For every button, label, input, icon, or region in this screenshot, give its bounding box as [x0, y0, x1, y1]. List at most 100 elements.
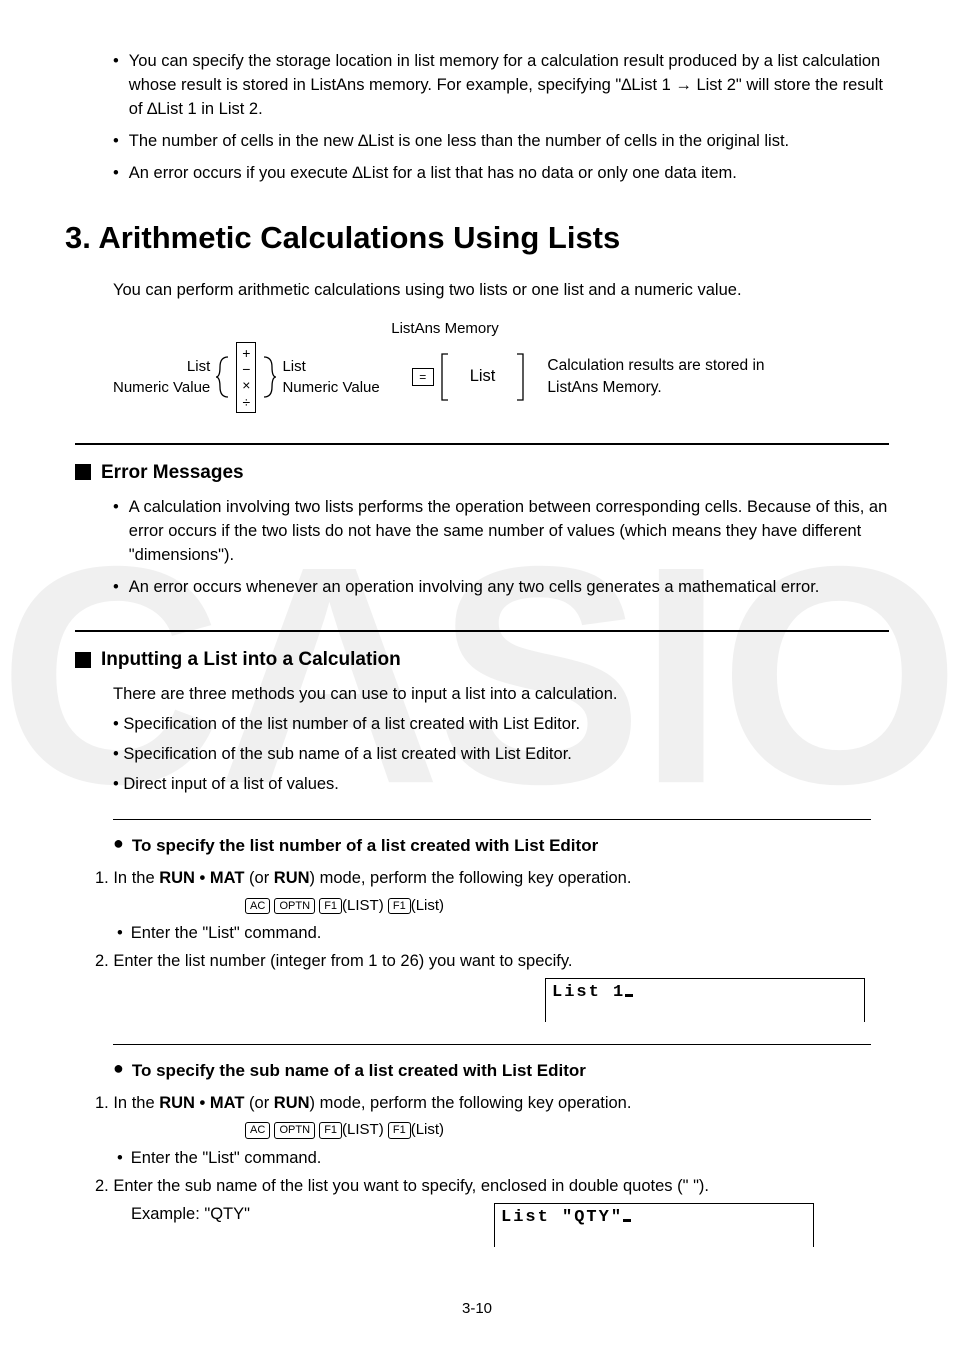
key-optn: OPTN [274, 898, 315, 914]
sub-head-text: To specify the sub name of a list create… [132, 1059, 586, 1084]
step-1: 1. In the RUN • MAT (or RUN) mode, perfo… [95, 867, 889, 891]
brace-icon [262, 355, 276, 399]
mode-name: RUN [274, 869, 310, 887]
step-text: ) mode, perform the following key operat… [310, 1094, 632, 1112]
diagram-list-label: List [456, 365, 510, 389]
sub-bullet: • Enter the "List" command. [117, 1147, 889, 1171]
sub-bullet: • Enter the "List" command. [117, 922, 889, 946]
key-label: (List) [411, 1121, 444, 1138]
step-2: 2. Enter the list number (integer from 1… [95, 950, 889, 974]
square-icon [75, 652, 91, 668]
input-intro: There are three methods you can use to i… [113, 683, 889, 707]
diagram-desc: Calculation results are stored in ListAn… [547, 355, 807, 400]
bullet-text: A calculation involving two lists perfor… [129, 496, 889, 568]
key-ac: AC [245, 898, 270, 914]
page-number: 3-10 [0, 1298, 954, 1320]
bullet-item: • The number of cells in the new ∆List i… [113, 130, 889, 154]
op-plus: + [242, 345, 250, 361]
bullet-item: • An error occurs if you execute ∆List f… [113, 162, 889, 186]
key-f1: F1 [388, 898, 411, 914]
divider [75, 443, 889, 445]
bullet-text: Enter the "List" command. [131, 922, 322, 946]
section-title-text: Error Messages [101, 459, 244, 487]
key-label: (LIST) [342, 1121, 384, 1138]
calc-screen: List "QTY" [494, 1203, 814, 1247]
bracket-icon [440, 352, 450, 402]
bullet-item: • Specification of the list number of a … [113, 713, 889, 737]
section-heading: 3. Arithmetic Calculations Using Lists [65, 216, 889, 261]
bullet-icon: • [117, 922, 123, 946]
bullet-text: The number of cells in the new ∆List is … [129, 130, 889, 154]
key-ac: AC [245, 1122, 270, 1138]
operator-box: + − × ÷ [236, 342, 256, 412]
op-mult: × [242, 377, 250, 393]
bullet-icon: • [113, 496, 119, 568]
key-label: (List) [411, 897, 444, 914]
bullet-icon: • [113, 576, 119, 600]
bullet-item: • A calculation involving two lists perf… [113, 496, 889, 568]
bullet-item: • Specification of the sub name of a lis… [113, 743, 889, 767]
diagram-label: Numeric Value [113, 377, 210, 399]
input-list-heading: Inputting a List into a Calculation [75, 646, 889, 674]
op-div: ÷ [242, 394, 250, 410]
bullet-text: Enter the "List" command. [131, 1147, 322, 1171]
diagram-label: List [282, 356, 305, 378]
divider [75, 630, 889, 632]
listans-title: ListAns Memory [365, 318, 525, 340]
bullet-icon: • [113, 130, 119, 154]
error-messages-heading: Error Messages [75, 459, 889, 487]
bullet-item: • You can specify the storage location i… [113, 50, 889, 122]
bullet-text: An error occurs if you execute ∆List for… [129, 162, 889, 186]
step-text: 1. In the [95, 1094, 159, 1112]
bullet-text: You can specify the storage location in … [129, 50, 889, 122]
screen-text: List "QTY" [501, 1208, 623, 1227]
diagram-label: Numeric Value [282, 377, 379, 399]
bullet-icon: • [113, 162, 119, 186]
bullet-item: • Direct input of a list of values. [113, 773, 889, 797]
diagram-label: List [187, 356, 210, 378]
divider [113, 1044, 871, 1045]
bullet-text: An error occurs whenever an operation in… [129, 576, 889, 600]
mode-name: RUN [274, 1094, 310, 1112]
key-optn: OPTN [274, 1122, 315, 1138]
bullet-text: Specification of the list number of a li… [123, 715, 580, 733]
key-sequence: AC OPTN F1(LIST) F1(List) [245, 1119, 889, 1141]
diagram-mid-col: List Numeric Value [282, 356, 379, 400]
bullet-icon: • [113, 50, 119, 122]
spec-list-number-heading: ● To specify the list number of a list c… [113, 834, 889, 859]
key-f1: F1 [319, 898, 342, 914]
key-f1: F1 [388, 1122, 411, 1138]
section-title-text: Inputting a List into a Calculation [101, 646, 401, 674]
page-content: • You can specify the storage location i… [95, 50, 889, 1247]
diagram-container: ListAns Memory List Numeric Value + − × … [95, 318, 889, 412]
op-minus: − [242, 361, 250, 377]
brace-icon [216, 355, 230, 399]
bullet-text: Direct input of a list of values. [123, 775, 339, 793]
step-text: ) mode, perform the following key operat… [310, 869, 632, 887]
step-text: (or [244, 1094, 273, 1112]
divider [113, 819, 871, 820]
step-1: 1. In the RUN • MAT (or RUN) mode, perfo… [95, 1092, 889, 1116]
dot-icon: ● [113, 834, 124, 859]
equals-box: = [412, 368, 434, 386]
mode-name: RUN • MAT [159, 1094, 244, 1112]
bullet-item: • An error occurs whenever an operation … [113, 576, 889, 600]
square-icon [75, 464, 91, 480]
step-text: 1. In the [95, 869, 159, 887]
diagram-left-col: List Numeric Value [113, 356, 210, 400]
mode-name: RUN • MAT [159, 869, 244, 887]
calc-screen: List 1 [545, 978, 865, 1022]
spec-sub-name-heading: ● To specify the sub name of a list crea… [113, 1059, 889, 1084]
cursor-icon [623, 1219, 631, 1222]
bracket-icon [515, 352, 525, 402]
key-f1: F1 [319, 1122, 342, 1138]
bullet-icon: • [117, 1147, 123, 1171]
top-bullet-list: • You can specify the storage location i… [113, 50, 889, 186]
cursor-icon [625, 994, 633, 997]
key-label: (LIST) [342, 897, 384, 914]
screen-text: List 1 [552, 983, 625, 1002]
bullet-text: Specification of the sub name of a list … [123, 745, 572, 763]
example-label: Example: "QTY" [131, 1203, 250, 1227]
dot-icon: ● [113, 1059, 124, 1084]
step-2: 2. Enter the sub name of the list you wa… [95, 1175, 889, 1199]
